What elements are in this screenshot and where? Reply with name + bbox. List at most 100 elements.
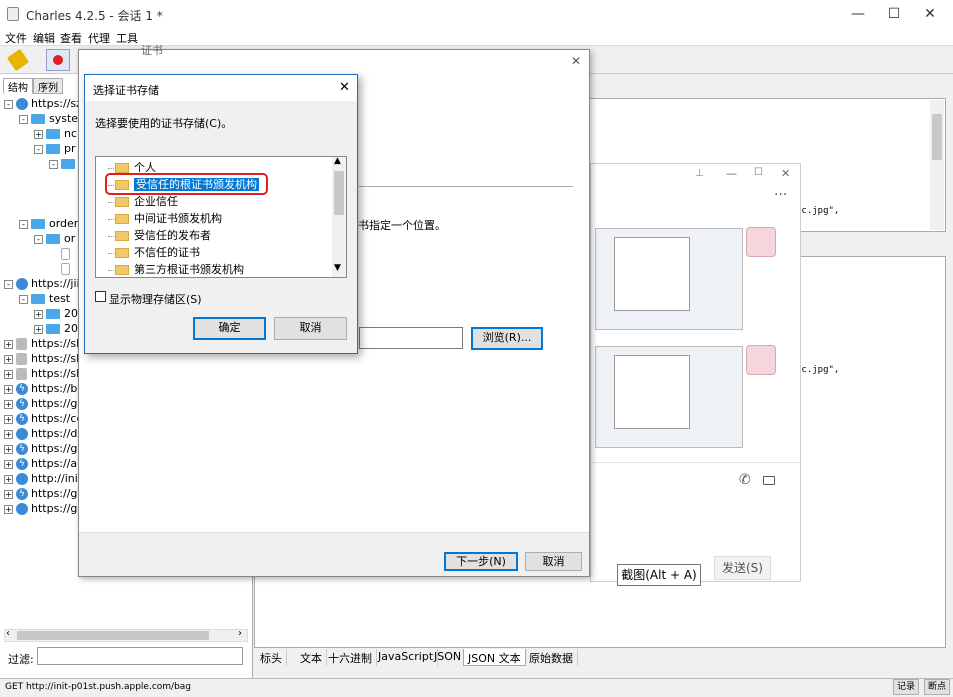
globe-icon bbox=[16, 503, 28, 515]
store-item[interactable]: 受信任的发布者 bbox=[108, 227, 211, 243]
menu-edit[interactable]: 编辑 bbox=[33, 30, 55, 46]
collapse-icon[interactable]: - bbox=[4, 279, 13, 289]
screenshot-thumbnail[interactable] bbox=[595, 346, 743, 448]
scrollbar-thumb[interactable] bbox=[334, 171, 344, 215]
breakpoint-toggle-button[interactable]: 断点 bbox=[924, 679, 950, 695]
scrollbar-thumb[interactable] bbox=[932, 114, 942, 160]
tree-hscrollbar[interactable]: ‹ › bbox=[4, 628, 248, 642]
expand-icon[interactable]: + bbox=[4, 504, 13, 514]
send-button[interactable]: 发送(S) bbox=[714, 556, 771, 580]
expand-icon[interactable]: + bbox=[4, 354, 13, 364]
request-vscrollbar[interactable] bbox=[930, 100, 944, 230]
tree-row-label: https://b bbox=[31, 382, 78, 395]
thumbnail-dialog bbox=[614, 355, 690, 429]
expand-icon[interactable]: + bbox=[4, 339, 13, 349]
collapse-icon[interactable]: - bbox=[34, 144, 43, 154]
wizard-close-icon[interactable]: ✕ bbox=[571, 54, 581, 68]
store-item[interactable]: 第三方根证书颁发机构 bbox=[108, 261, 244, 277]
scrollbar-thumb[interactable] bbox=[17, 631, 209, 640]
response-tabs: 标头 文本 十六进制 JavaScript JSON JSON 文本 原始数据 bbox=[254, 649, 946, 667]
tree-row-label: test bbox=[49, 292, 71, 305]
expand-icon[interactable]: + bbox=[4, 474, 13, 484]
store-item[interactable]: 个人 bbox=[108, 159, 156, 175]
collapse-icon[interactable]: - bbox=[34, 234, 43, 244]
chat-close-icon[interactable]: ✕ bbox=[781, 167, 790, 180]
scroll-left-icon[interactable]: ‹ bbox=[6, 628, 10, 639]
filter-input[interactable] bbox=[37, 647, 243, 665]
more-icon[interactable]: ··· bbox=[774, 187, 787, 203]
store-item-label: 中间证书颁发机构 bbox=[134, 212, 222, 225]
expand-icon[interactable]: + bbox=[34, 324, 43, 334]
wizard-cancel-button[interactable]: 取消 bbox=[525, 552, 582, 571]
avatar[interactable] bbox=[746, 345, 776, 375]
pin-icon[interactable]: ⊥ bbox=[695, 168, 704, 179]
tree-connector-icon bbox=[108, 218, 114, 220]
cancel-button[interactable]: 取消 bbox=[274, 317, 347, 340]
lightning-icon: ϟ bbox=[16, 458, 28, 470]
expand-icon[interactable]: + bbox=[34, 309, 43, 319]
show-physical-stores-checkbox[interactable] bbox=[95, 291, 106, 302]
next-button[interactable]: 下一步(N) bbox=[444, 552, 518, 571]
scroll-right-icon[interactable]: › bbox=[238, 628, 242, 639]
thumbnail-dialog bbox=[614, 237, 690, 311]
video-icon[interactable] bbox=[763, 476, 775, 485]
close-icon[interactable]: ✕ bbox=[907, 0, 953, 28]
store-item[interactable]: 企业信任 bbox=[108, 193, 178, 209]
response-tab[interactable]: JSON 文本 bbox=[463, 649, 526, 666]
dialog-close-icon[interactable]: ✕ bbox=[339, 80, 350, 95]
broom-icon[interactable] bbox=[6, 48, 30, 72]
phone-icon[interactable]: ✆ bbox=[739, 472, 751, 488]
response-tab[interactable]: JSON bbox=[430, 649, 467, 666]
menu-tools[interactable]: 工具 bbox=[116, 30, 138, 46]
folder-icon bbox=[115, 214, 129, 224]
store-item[interactable]: 不信任的证书 bbox=[108, 244, 200, 260]
store-list-scrollbar[interactable]: ▲ ▼ bbox=[332, 156, 346, 277]
expand-icon[interactable]: + bbox=[4, 444, 13, 454]
scroll-up-icon[interactable]: ▲ bbox=[334, 156, 341, 166]
store-path-field[interactable] bbox=[359, 327, 463, 349]
store-item[interactable]: 受信任的根证书颁发机构 bbox=[105, 173, 268, 195]
expand-icon[interactable]: + bbox=[4, 369, 13, 379]
avatar[interactable] bbox=[746, 227, 776, 257]
collapse-icon[interactable]: - bbox=[19, 294, 28, 304]
expand-icon[interactable]: + bbox=[34, 129, 43, 139]
store-item[interactable]: 中间证书颁发机构 bbox=[108, 210, 222, 226]
collapse-icon[interactable]: - bbox=[49, 159, 58, 169]
chat-minimize-icon[interactable]: — bbox=[726, 167, 737, 180]
collapse-icon[interactable]: - bbox=[19, 219, 28, 229]
ok-button[interactable]: 确定 bbox=[193, 317, 266, 340]
menu-proxy[interactable]: 代理 bbox=[88, 30, 110, 46]
globe-icon bbox=[16, 98, 28, 110]
response-tab[interactable]: JavaScript bbox=[374, 649, 439, 666]
chat-maximize-icon[interactable]: ☐ bbox=[754, 167, 763, 178]
lightning-icon: ϟ bbox=[16, 488, 28, 500]
scroll-down-icon[interactable]: ▼ bbox=[334, 263, 341, 273]
expand-icon[interactable]: + bbox=[4, 459, 13, 469]
expand-icon[interactable]: + bbox=[4, 414, 13, 424]
expand-icon[interactable]: + bbox=[4, 399, 13, 409]
browse-button[interactable]: 浏览(R)... bbox=[471, 327, 543, 350]
collapse-icon[interactable]: - bbox=[4, 99, 13, 109]
record-toggle-button[interactable]: 记录 bbox=[893, 679, 919, 695]
folder-icon bbox=[31, 114, 45, 124]
collapse-icon[interactable]: - bbox=[19, 114, 28, 124]
expand-icon[interactable]: + bbox=[4, 429, 13, 439]
store-list[interactable]: 个人 受信任的根证书颁发机构 企业信任中间证书颁发机构受信任的发布者 不信任的证书 第三… bbox=[95, 156, 347, 278]
tab-structure[interactable]: 结构 bbox=[3, 78, 33, 94]
select-certificate-store-dialog: 选择证书存储 ✕ 选择要使用的证书存储(C)。 个人 受信任的根证书颁发机构 企业信… bbox=[84, 74, 358, 354]
response-tab[interactable]: 标头 bbox=[256, 649, 287, 666]
menu-view[interactable]: 查看 bbox=[60, 30, 82, 46]
response-tab[interactable]: 文本 bbox=[296, 649, 327, 666]
expand-icon[interactable]: + bbox=[4, 489, 13, 499]
record-button[interactable] bbox=[46, 49, 70, 71]
tab-sequence[interactable]: 序列 bbox=[33, 78, 63, 94]
divider bbox=[591, 462, 800, 463]
show-physical-stores-label: 显示物理存储区(S) bbox=[109, 293, 202, 306]
response-tab[interactable]: 十六进制 bbox=[324, 649, 377, 666]
screenshot-tooltip: 截图(Alt + A) bbox=[617, 564, 701, 586]
expand-icon[interactable]: + bbox=[4, 384, 13, 394]
screenshot-thumbnail[interactable] bbox=[595, 228, 743, 330]
response-tab[interactable]: 原始数据 bbox=[525, 649, 578, 666]
folder-icon bbox=[46, 144, 60, 154]
menu-file[interactable]: 文件 bbox=[5, 30, 27, 46]
